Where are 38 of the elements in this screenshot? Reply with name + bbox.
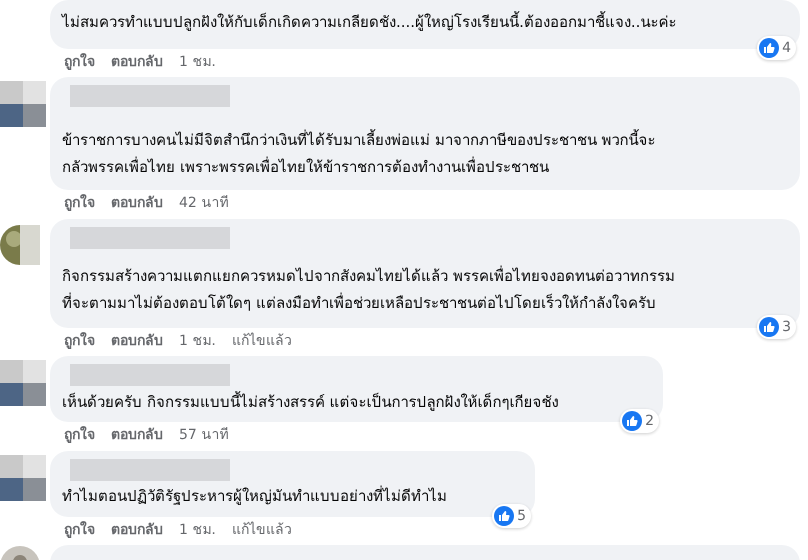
edited-label: แก้ไขแล้ว bbox=[232, 332, 292, 350]
comment-time[interactable]: 57 นาที bbox=[179, 424, 228, 446]
reply-link[interactable]: ตอบกลับ bbox=[111, 424, 163, 446]
reaction-count: 5 bbox=[517, 506, 526, 526]
reply-link[interactable]: ตอบกลับ bbox=[111, 52, 163, 72]
like-link[interactable]: ถูกใจ bbox=[64, 52, 95, 72]
like-link[interactable]: ถูกใจ bbox=[64, 330, 95, 352]
thumbs-up-icon bbox=[759, 317, 780, 337]
thumbs-up-icon bbox=[622, 411, 642, 431]
blurred-avatar bbox=[0, 225, 40, 265]
comment-text: ข้าราชการบางคนไม่มีจิตสำนึกว่าเงินที่ได้รับมาเลี้ยงพ่อแม่ มาจากภาษีของประชาชน พวกนี้จะ กลัวพรรคเพื่อไทย เพราะพรรคเพื่อไทยให้ข้าราชการต้องทำงานเพื่อประชาชน bbox=[62, 128, 657, 178]
comment-time[interactable]: 42 นาที bbox=[179, 192, 228, 214]
reply-link[interactable]: ตอบกลับ bbox=[111, 520, 163, 540]
thumbs-up-icon bbox=[494, 506, 514, 526]
reaction-badge[interactable]: 2 bbox=[620, 409, 659, 433]
reply-link[interactable]: ตอบกลับ bbox=[111, 192, 163, 214]
like-link[interactable]: ถูกใจ bbox=[64, 424, 95, 446]
comment-text: เห็นด้วยครับ กิจกรรมแบบนี้ไม่สร้างสรรค์ แต่จะเป็นการปลูกฝังให้เด็กๆเกียจชัง bbox=[62, 390, 560, 413]
comment-text: กิจกรรมสร้างความแตกแยกควรหมดไปจากสังคมไทยได้แล้ว พรรคเพื่อไทยจงอดทนต่อวาทกรรม ที่จะตามมาไม่ต้องตอบโต้ใดๆ แต่ลงมือทำเพื่อช่วยเหลือประชาชนต่อไปโดยเร็วให้กำลังใจครับ bbox=[62, 264, 676, 314]
comment-time[interactable]: 1 ชม. bbox=[179, 330, 216, 352]
reply-link[interactable]: ตอบกลับ bbox=[111, 330, 163, 352]
blurred-avatar bbox=[0, 81, 46, 127]
reaction-count: 3 bbox=[782, 318, 791, 336]
blurred-avatar bbox=[0, 360, 46, 406]
comment-text: ไม่สมควรทำแบบปลูกฝังให้กับเด็กเกิดความเกลียดชัง....ผู้ใหญ่โรงเรียนนี้.ต้องออกมาชี้แจง..นะค่ะ bbox=[62, 10, 678, 33]
reaction-count: 2 bbox=[645, 412, 654, 430]
like-link[interactable]: ถูกใจ bbox=[64, 520, 95, 540]
reaction-count: 4 bbox=[782, 38, 791, 58]
comment-time[interactable]: 1 ชม. bbox=[179, 520, 216, 540]
blurred-avatar bbox=[0, 455, 46, 501]
like-link[interactable]: ถูกใจ bbox=[64, 192, 95, 214]
comment-time[interactable]: 1 ชม. bbox=[179, 52, 216, 72]
comment-text: ทำไมตอนปฏิวัติรัฐประหารผู้ใหญ่มันทำแบบอย่างที่ไม่ดีทำไม bbox=[62, 484, 448, 507]
reaction-badge[interactable]: 5 bbox=[492, 504, 531, 528]
thumbs-up-icon bbox=[759, 38, 780, 58]
reaction-badge[interactable]: 4 bbox=[757, 36, 796, 60]
edited-label: แก้ไขแล้ว bbox=[232, 520, 292, 540]
reaction-badge[interactable]: 3 bbox=[757, 315, 796, 339]
